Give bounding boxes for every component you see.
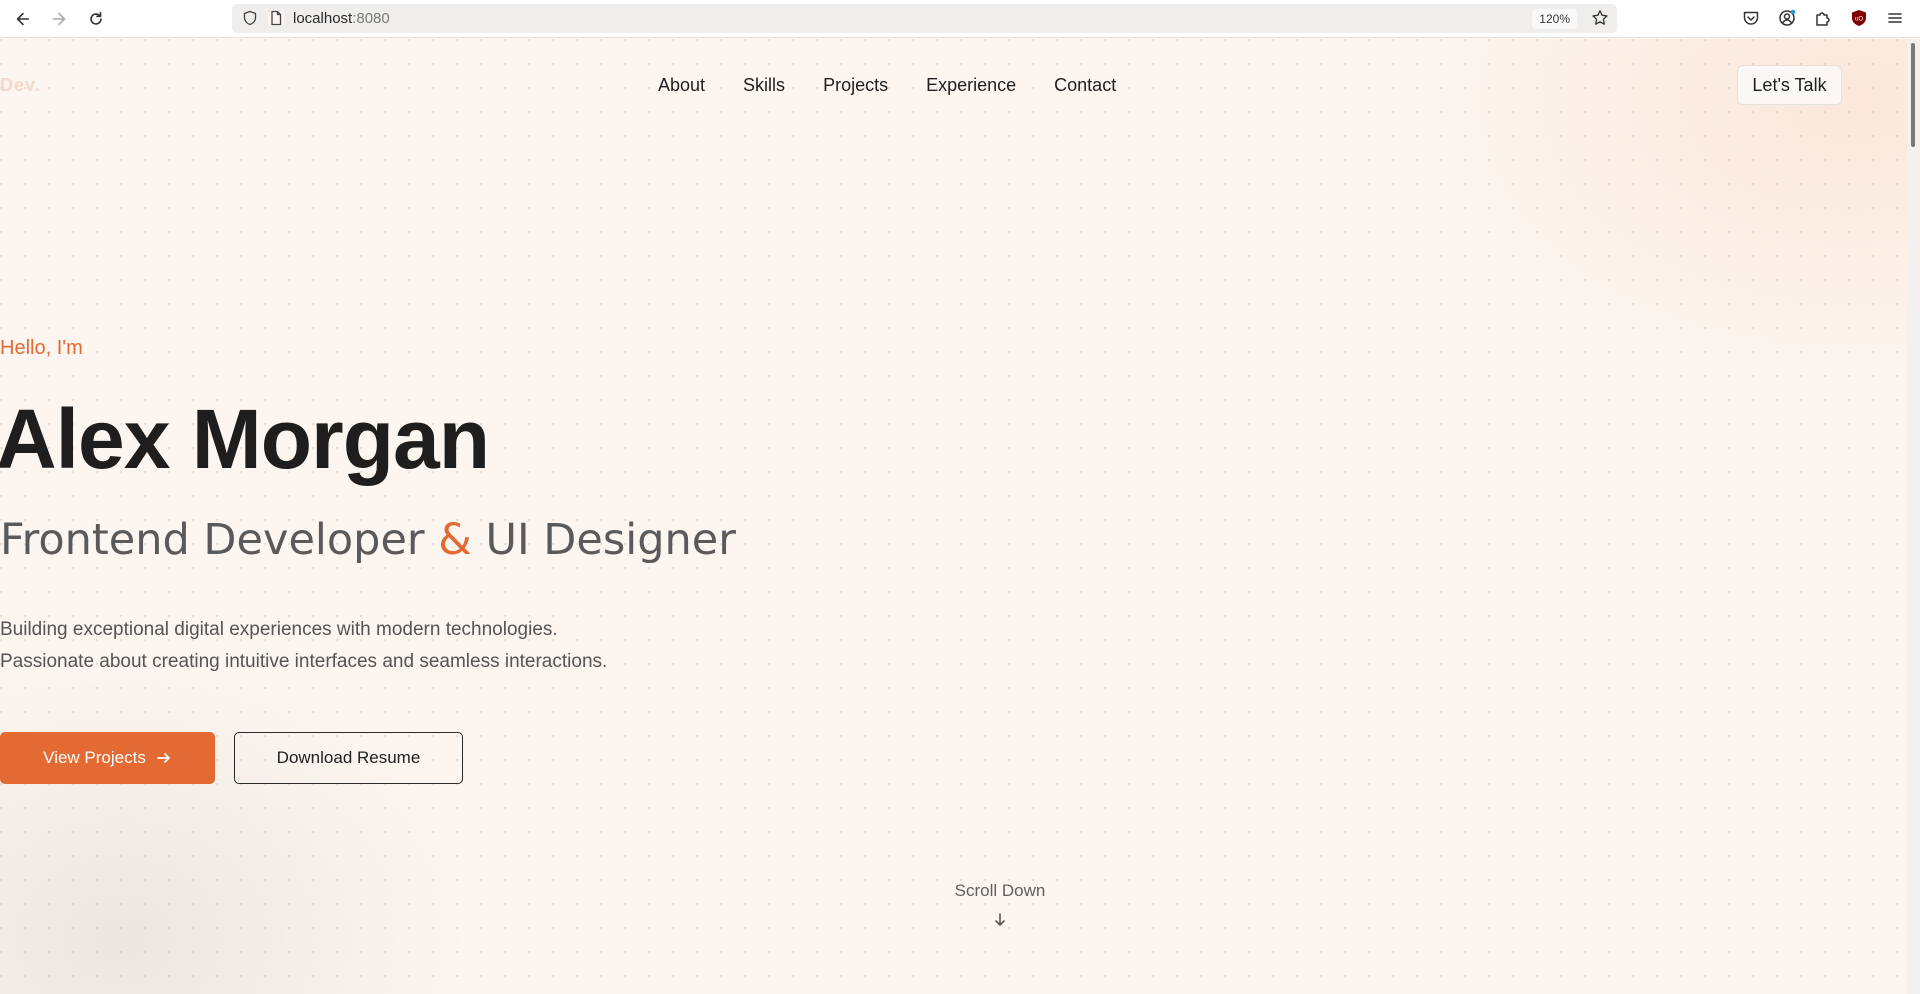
zoom-indicator[interactable]: 120%: [1532, 9, 1577, 29]
star-icon[interactable]: [1591, 9, 1609, 27]
nav-link-projects[interactable]: Projects: [823, 75, 888, 96]
reload-button[interactable]: [83, 6, 109, 32]
shield-icon[interactable]: [242, 10, 258, 26]
page-scrollbar[interactable]: [1907, 39, 1920, 994]
forward-button[interactable]: [46, 6, 72, 32]
scroll-down-label[interactable]: Scroll Down: [900, 881, 1100, 901]
hero-greeting: Hello, I'm: [0, 337, 83, 359]
main-nav: About Skills Projects Experience Contact: [658, 75, 1154, 96]
pocket-icon: [1743, 11, 1759, 25]
page-viewport: Dev. About Skills Projects Experience Co…: [0, 39, 1907, 994]
address-bar[interactable]: localhost:8080 120%: [232, 4, 1617, 33]
hero-role: Frontend Developer & UI Designer: [0, 515, 736, 565]
view-projects-button[interactable]: View Projects: [0, 732, 215, 784]
extensions-button[interactable]: [1813, 8, 1833, 28]
reload-icon: [90, 11, 102, 25]
download-resume-button[interactable]: Download Resume: [234, 732, 463, 784]
lets-talk-button[interactable]: Let's Talk: [1737, 65, 1842, 105]
account-button[interactable]: [1777, 8, 1797, 28]
ampersand: &: [438, 515, 472, 565]
nav-link-about[interactable]: About: [658, 75, 705, 96]
site-logo[interactable]: Dev.: [0, 75, 41, 96]
hero-name: Alex Morgan: [0, 392, 490, 486]
menu-button[interactable]: [1885, 8, 1905, 28]
nav-link-skills[interactable]: Skills: [743, 75, 785, 96]
pocket-button[interactable]: [1741, 8, 1761, 28]
arrow-left-icon: [16, 12, 30, 26]
ublock-icon: uO: [1852, 10, 1866, 26]
nav-link-experience[interactable]: Experience: [926, 75, 1016, 96]
back-button[interactable]: [10, 6, 36, 32]
puzzle-icon: [1816, 12, 1830, 26]
arrow-down-icon[interactable]: [992, 912, 1008, 928]
browser-toolbar: localhost:8080 120% uO: [0, 0, 1920, 38]
ublock-button[interactable]: uO: [1849, 8, 1869, 28]
scrollbar-thumb[interactable]: [1911, 43, 1915, 147]
arrow-right-icon: [52, 12, 66, 26]
url-text[interactable]: localhost:8080: [293, 10, 390, 27]
nav-link-contact[interactable]: Contact: [1054, 75, 1116, 96]
hamburger-menu-icon: [1888, 13, 1902, 23]
page-icon: [268, 10, 284, 26]
arrow-right-icon: [156, 753, 170, 763]
svg-text:uO: uO: [1855, 17, 1863, 23]
hero-description: Building exceptional digital experiences…: [0, 619, 608, 672]
account-icon: [1779, 9, 1796, 26]
